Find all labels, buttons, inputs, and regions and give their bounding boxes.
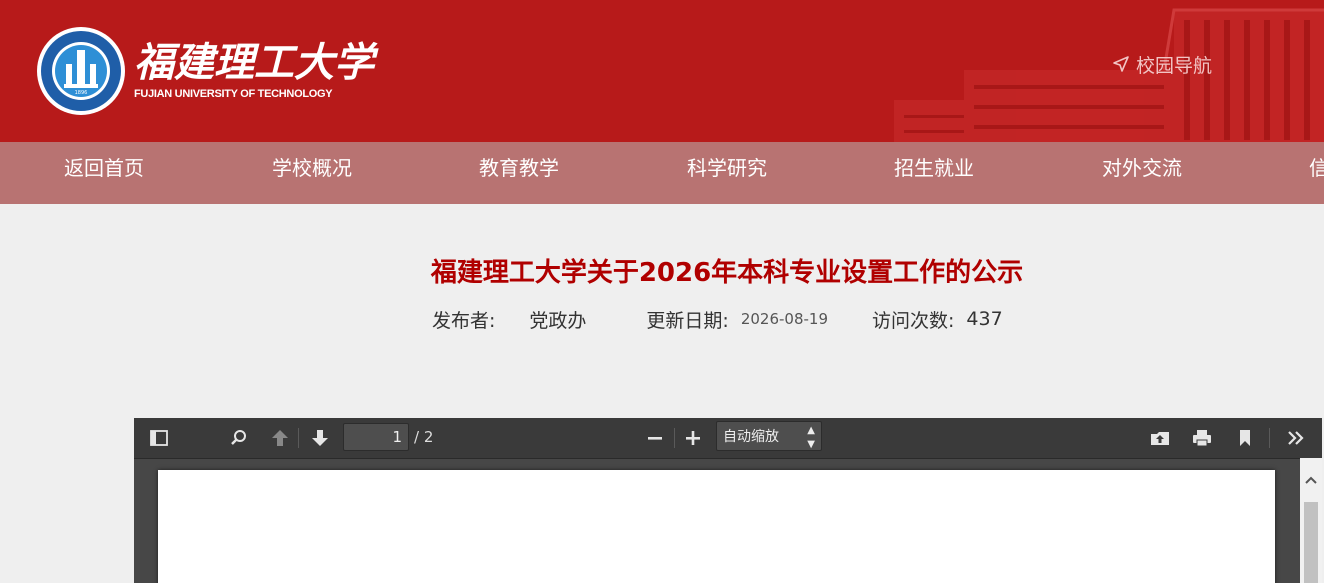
- nav-item-home[interactable]: 返回首页: [64, 142, 144, 204]
- scroll-up-arrow-icon[interactable]: [1304, 474, 1318, 486]
- campus-building-illustration: [894, 8, 1324, 142]
- navigation-arrow-icon: [1113, 56, 1129, 72]
- publisher-value: 党政办: [529, 309, 587, 332]
- toolbar-separator: [1269, 428, 1270, 448]
- scrollbar-thumb[interactable]: [1304, 502, 1318, 583]
- svg-text:1896: 1896: [75, 90, 88, 96]
- brand-english-name: FUJIAN UNIVERSITY OF TECHNOLOGY: [134, 88, 333, 100]
- tools-icon[interactable]: [1284, 426, 1308, 450]
- article-meta: 发布者: 党政办 更新日期: 2026-08-19 访问次数: 437: [432, 306, 1003, 332]
- views-value: 437: [966, 308, 1003, 330]
- toolbar-separator: [674, 428, 675, 448]
- zoom-out-icon[interactable]: [643, 426, 667, 450]
- campus-navigation-link[interactable]: 校园导航: [1112, 52, 1213, 77]
- nav-item-exchange[interactable]: 对外交流: [1102, 142, 1182, 204]
- zoom-select-value: 自动缩放: [723, 429, 779, 445]
- site-header: 1896 福建理工大学 FUJIAN UNIVERSITY OF TECHNOL…: [0, 0, 1324, 142]
- date-value: 2026-08-19: [740, 310, 829, 328]
- article-title: 福建理工大学关于2026年本科专业设置工作的公示: [430, 258, 1024, 288]
- pdf-toolbar: / 2 自动缩放 ▲▼: [134, 418, 1322, 459]
- search-icon[interactable]: [227, 426, 251, 450]
- views-label: 访问次数:: [872, 309, 955, 332]
- toolbar-separator: [298, 428, 299, 448]
- select-arrows-icon: ▲ ▼: [807, 425, 815, 450]
- university-logo-icon: 1896: [37, 27, 125, 115]
- page-total: / 2: [414, 428, 434, 446]
- brand-chinese-name: 福建理工大学: [134, 39, 374, 86]
- pdf-viewer: / 2 自动缩放 ▲▼: [134, 418, 1322, 583]
- print-icon[interactable]: [1190, 426, 1214, 450]
- pdf-page: [158, 470, 1275, 583]
- arrow-up-icon[interactable]: [268, 426, 292, 450]
- nav-item-overview[interactable]: 学校概况: [272, 142, 352, 204]
- main-navigation: 返回首页 学校概况 教育教学 科学研究 招生就业 对外交流 信: [0, 142, 1324, 204]
- bookmark-icon[interactable]: [1233, 426, 1257, 450]
- nav-item-education[interactable]: 教育教学: [479, 142, 559, 204]
- sidebar-toggle-icon[interactable]: [147, 426, 171, 450]
- nav-item-admission[interactable]: 招生就业: [894, 142, 974, 204]
- vertical-scrollbar[interactable]: [1300, 458, 1322, 583]
- arrow-down-icon[interactable]: [308, 426, 332, 450]
- zoom-select[interactable]: 自动缩放 ▲ ▼: [716, 421, 822, 451]
- zoom-in-icon[interactable]: [681, 426, 705, 450]
- date-label: 更新日期:: [646, 309, 729, 332]
- publisher-label: 发布者:: [432, 309, 496, 332]
- page-number-input[interactable]: [343, 423, 409, 451]
- nav-item-research[interactable]: 科学研究: [687, 142, 767, 204]
- nav-item-info[interactable]: 信: [1309, 142, 1324, 204]
- campus-navigation-label: 校园导航: [1136, 54, 1213, 77]
- open-file-icon[interactable]: [1148, 426, 1172, 450]
